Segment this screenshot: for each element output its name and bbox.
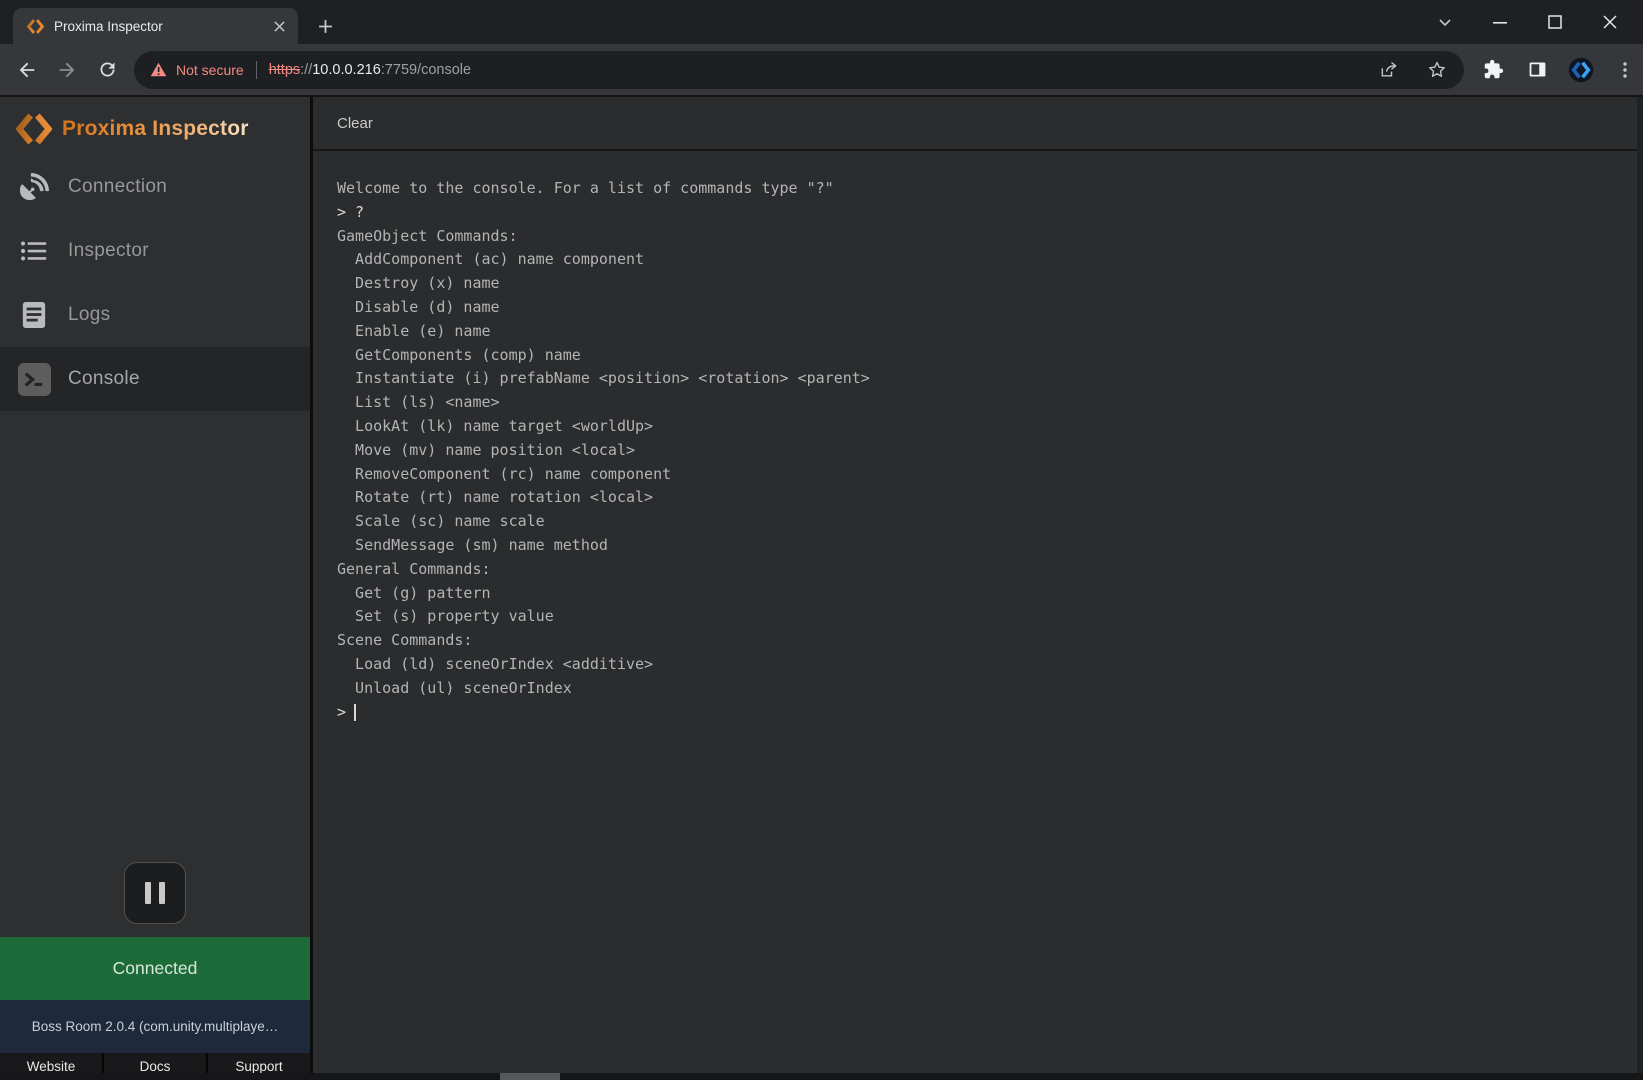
omnibox-divider [256, 61, 257, 79]
browser-menu-dots-icon[interactable] [1612, 57, 1638, 83]
horizontal-scrollbar-thumb[interactable] [500, 1073, 560, 1080]
browser-toolbar: Not secure https://10.0.0.216:7759/conso… [0, 44, 1643, 95]
console-line: Move (mv) name position <local> [337, 439, 1619, 463]
share-icon[interactable] [1376, 57, 1402, 83]
text-caret [354, 704, 356, 721]
console-line: Unload (ul) sceneOrIndex [337, 677, 1619, 701]
console-line: GameObject Commands: [337, 225, 1619, 249]
project-info-label: Boss Room 2.0.4 (com.unity.multiplaye… [32, 1019, 279, 1034]
console-panel: Clear Welcome to the console. For a list… [310, 97, 1643, 1080]
console-line: Instantiate (i) prefabName <position> <r… [337, 367, 1619, 391]
terminal-icon [16, 363, 52, 396]
window-maximize-button[interactable] [1544, 11, 1566, 33]
console-line: Scene Commands: [337, 629, 1619, 653]
new-tab-button[interactable] [310, 11, 340, 41]
tab-title: Proxima Inspector [54, 19, 270, 34]
address-bar[interactable]: Not secure https://10.0.0.216:7759/conso… [134, 51, 1464, 89]
console-line: GetComponents (comp) name [337, 344, 1619, 368]
console-toolbar: Clear [313, 97, 1643, 151]
url-text[interactable]: https://10.0.0.216:7759/console [269, 62, 1366, 78]
proxima-logo-icon [16, 111, 52, 147]
sidebar-item-label: Logs [68, 304, 110, 326]
url-separator: :// [300, 62, 312, 78]
console-line: AddComponent (ac) name component [337, 248, 1619, 272]
console-prompt-line[interactable]: > [337, 701, 1619, 725]
console-line: Scale (sc) name scale [337, 510, 1619, 534]
project-info-bar: Boss Room 2.0.4 (com.unity.multiplaye… [0, 1000, 310, 1053]
console-line: General Commands: [337, 558, 1619, 582]
sidebar-item-connection[interactable]: Connection [0, 155, 310, 219]
url-path: :7759/console [381, 62, 471, 78]
url-host: 10.0.0.216 [312, 62, 381, 78]
sidebar-item-console[interactable]: Console [0, 347, 310, 411]
page-content: Proxima Inspector Connection Insp [0, 95, 1643, 1080]
window-close-button[interactable] [1599, 11, 1621, 33]
vertical-scrollbar-track[interactable] [1637, 97, 1643, 1080]
console-line: LookAt (lk) name target <worldUp> [337, 415, 1619, 439]
sidebar: Proxima Inspector Connection Insp [0, 97, 310, 1080]
satellite-dish-icon [16, 173, 52, 202]
tab-close-icon[interactable] [270, 17, 288, 35]
console-line: > ? [337, 201, 1619, 225]
not-secure-label[interactable]: Not secure [176, 62, 244, 78]
console-line: Rotate (rt) name rotation <local> [337, 486, 1619, 510]
console-line: Destroy (x) name [337, 272, 1619, 296]
console-line: Welcome to the console. For a list of co… [337, 177, 1619, 201]
bookmark-star-icon[interactable] [1424, 57, 1450, 83]
window-minimize-button[interactable] [1489, 11, 1511, 33]
url-scheme: https [269, 62, 300, 78]
console-line: SendMessage (sm) name method [337, 534, 1619, 558]
sidebar-item-inspector[interactable]: Inspector [0, 219, 310, 283]
console-line: Disable (d) name [337, 296, 1619, 320]
console-line: Set (s) property value [337, 605, 1619, 629]
browser-tab[interactable]: Proxima Inspector [13, 8, 298, 44]
browser-window: Proxima Inspector [0, 0, 1643, 1080]
sidebar-item-logs[interactable]: Logs [0, 283, 310, 347]
favicon-proxima-icon [27, 18, 44, 35]
tab-bar: Proxima Inspector [0, 0, 1643, 44]
sidebar-spacer [0, 411, 310, 862]
clear-button[interactable]: Clear [337, 115, 373, 132]
extensions-puzzle-icon[interactable] [1480, 57, 1506, 83]
sidebar-item-label: Connection [68, 176, 167, 198]
forward-button[interactable] [50, 53, 84, 87]
sidebar-item-label: Console [68, 368, 140, 390]
connection-status-label: Connected [113, 958, 198, 979]
brand-title: Proxima Inspector [62, 117, 249, 141]
connection-status-bar: Connected [0, 937, 310, 1000]
console-line: Get (g) pattern [337, 582, 1619, 606]
document-lines-icon [16, 301, 52, 329]
reload-button[interactable] [90, 53, 124, 87]
pause-button[interactable] [124, 862, 186, 924]
horizontal-scrollbar-track[interactable] [0, 1073, 1643, 1080]
console-line: RemoveComponent (rc) name component [337, 463, 1619, 487]
not-secure-warning-icon [150, 62, 167, 77]
pause-icon [159, 882, 165, 904]
console-line: Enable (e) name [337, 320, 1619, 344]
proxima-extension-icon[interactable] [1568, 57, 1594, 83]
console-line: List (ls) <name> [337, 391, 1619, 415]
console-output[interactable]: Welcome to the console. For a list of co… [313, 151, 1643, 1080]
list-icon [16, 237, 52, 265]
console-line: Load (ld) sceneOrIndex <additive> [337, 653, 1619, 677]
prompt-symbol: > [337, 701, 346, 725]
sidebar-item-label: Inspector [68, 240, 149, 262]
side-panel-icon[interactable] [1524, 57, 1550, 83]
back-button[interactable] [10, 53, 44, 87]
tab-search-chevron-icon[interactable] [1434, 11, 1456, 33]
pause-icon [145, 882, 151, 904]
brand-header: Proxima Inspector [0, 97, 310, 155]
